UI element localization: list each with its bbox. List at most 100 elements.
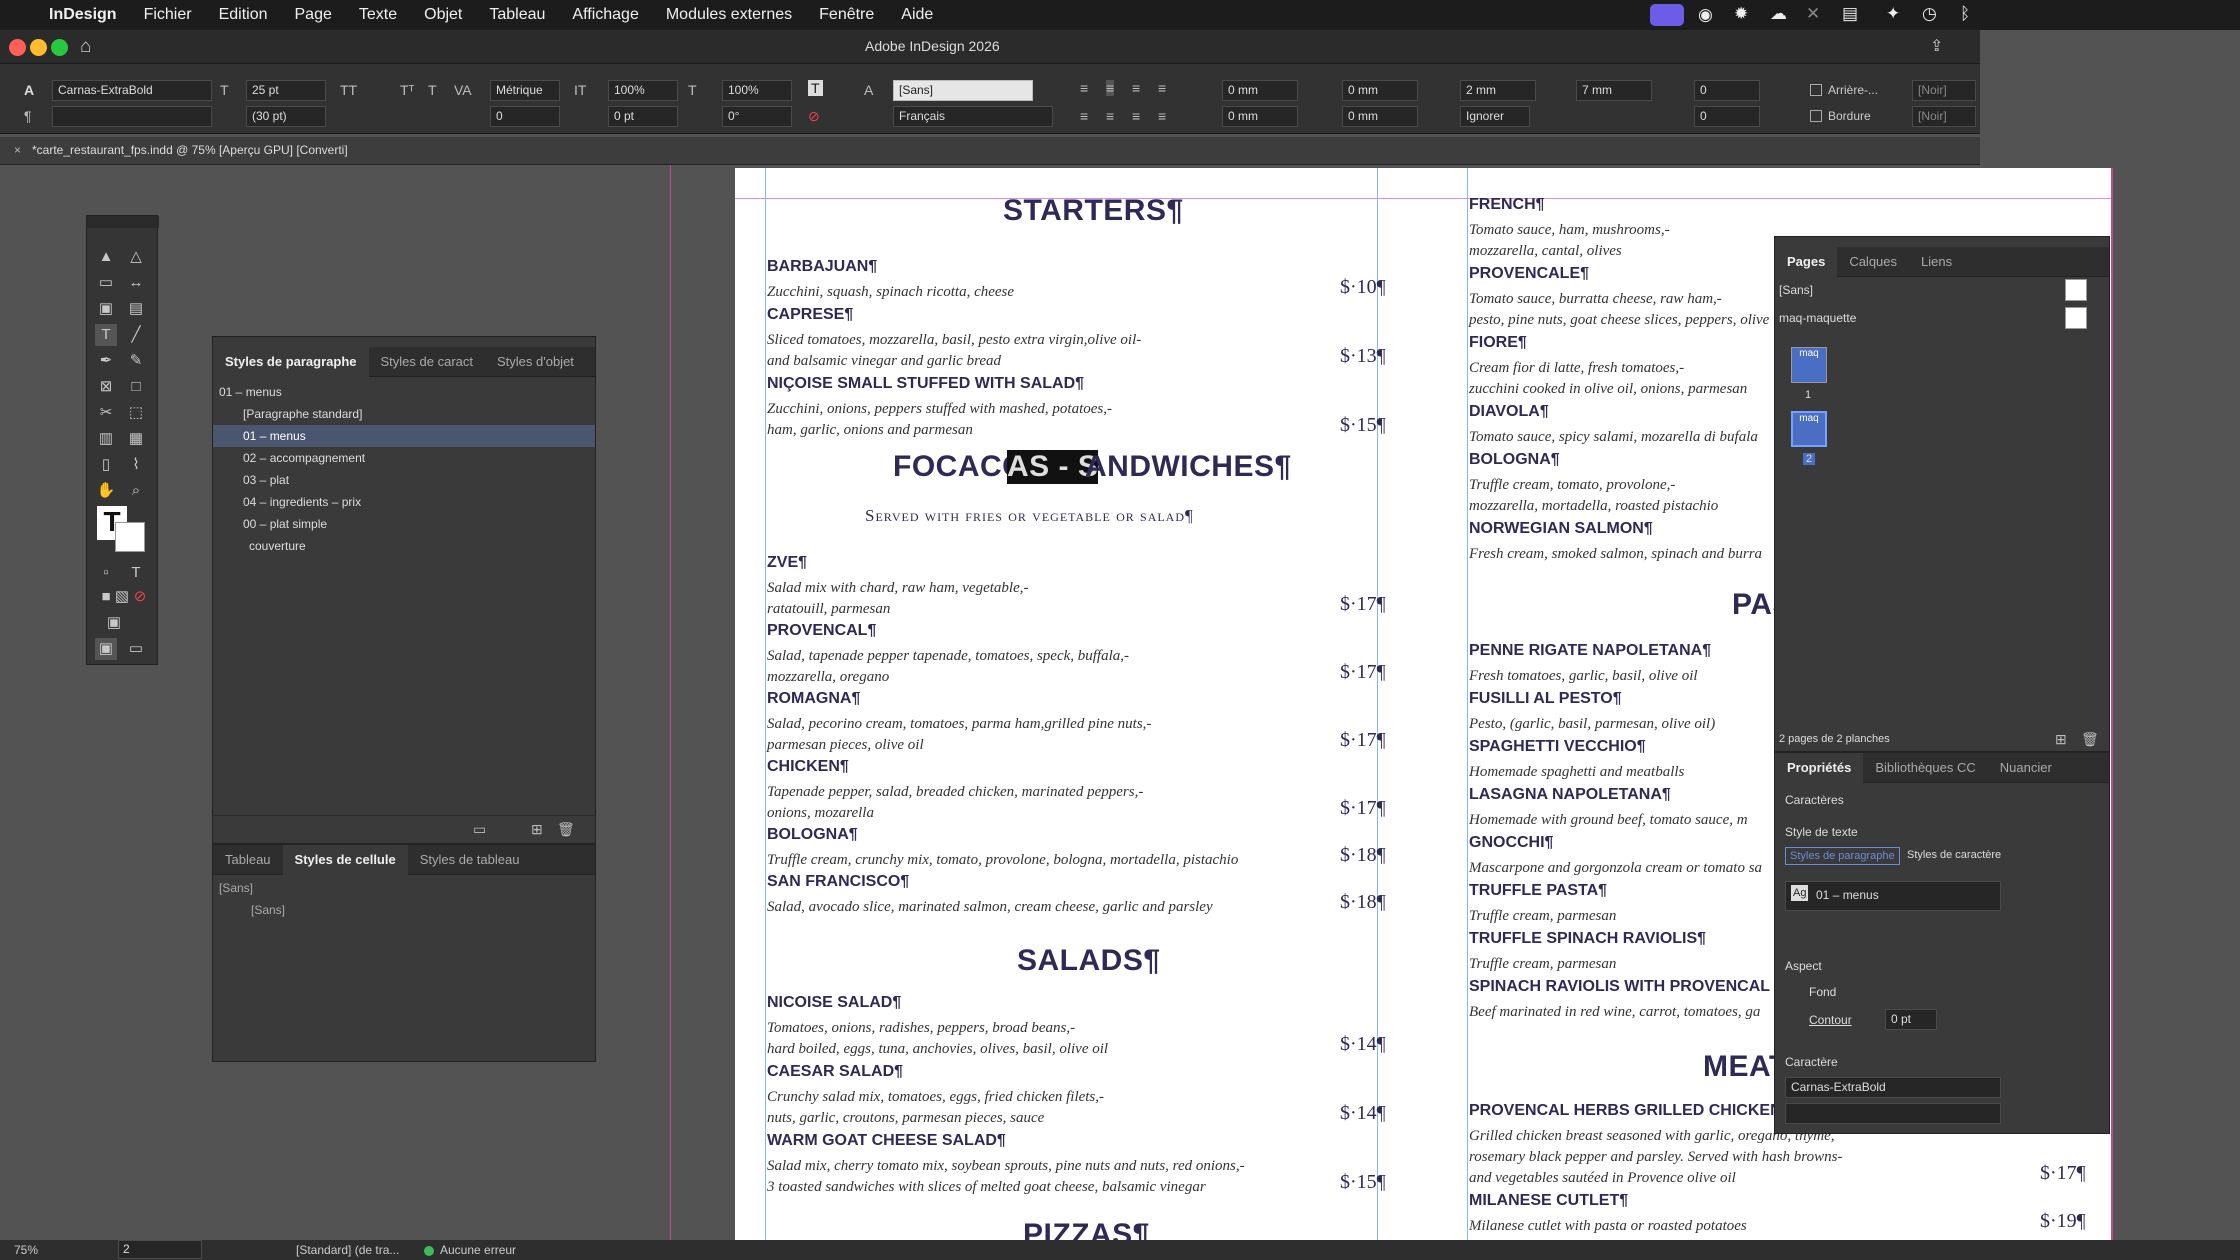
apply-none-icon[interactable]: ⊘ (129, 586, 151, 608)
no-stroke-icon[interactable]: ⊘ (808, 108, 820, 125)
indent-right-field[interactable]: 0 mm (1342, 80, 1418, 101)
para-style-item[interactable]: 00 – plat simple (213, 513, 595, 535)
pen-tool-icon[interactable]: ✒ (95, 350, 117, 372)
tab-proprietes[interactable]: Propriétés (1775, 752, 1864, 783)
selection-tool-icon[interactable]: ▲ (95, 246, 117, 268)
master-maquette-thumb[interactable] (2065, 307, 2087, 329)
gap-tool-icon[interactable]: ↔ (125, 272, 147, 294)
preflight-errors[interactable]: Aucune erreur (440, 1243, 516, 1257)
new-page-icon[interactable]: ⊞ (2055, 731, 2067, 748)
menu-app-name[interactable]: InDesign (49, 6, 117, 24)
page-tool-icon[interactable]: ▭ (95, 272, 117, 294)
tab-liens[interactable]: Liens (1909, 254, 1964, 269)
new-style-icon[interactable]: ⊞ (531, 821, 543, 838)
menu-fenetre[interactable]: Fenêtre (819, 6, 874, 24)
space-before-field[interactable]: 2 mm (1460, 80, 1536, 101)
hyphen-field[interactable]: Ignorer (1460, 106, 1530, 127)
normal-view-icon[interactable]: ▣ (95, 638, 117, 660)
share-icon[interactable]: ⇪ (1930, 36, 1943, 56)
tab-styles-objet[interactable]: Styles d'objet (485, 354, 586, 369)
contour-label[interactable]: Contour (1809, 1013, 1852, 1027)
scissors-tool-icon[interactable]: ✂ (95, 402, 117, 424)
sparkle-icon[interactable]: ✦ (1886, 4, 1900, 24)
tab-styles-tableau[interactable]: Styles de tableau (408, 852, 532, 867)
zoom-tool-icon[interactable]: ⌕ (125, 480, 147, 502)
para-mode-icon[interactable]: ¶ (24, 108, 32, 124)
swatch-1-field[interactable]: [Noir] (1912, 80, 1976, 101)
page-number-field[interactable]: 2 (118, 1240, 202, 1259)
tracking-field[interactable]: 0 (490, 106, 560, 127)
hscale-field[interactable]: 100% (722, 80, 792, 101)
contour-field[interactable]: 0 pt (1885, 1009, 1937, 1030)
pencil-tool-icon[interactable]: ✎ (125, 350, 147, 372)
gradient-swatch-tool-icon[interactable]: ▥ (95, 428, 117, 450)
menu-objet[interactable]: Objet (424, 6, 462, 24)
menu-page[interactable]: Page (295, 6, 332, 24)
mute-icon[interactable]: ✕ (1806, 4, 1820, 24)
style-dropdown[interactable]: 01 – menus (1785, 881, 2001, 911)
note-tool-icon[interactable]: ▯ (95, 454, 117, 476)
para-style-item[interactable]: [Paragraphe standard] (213, 403, 595, 425)
rectangle-tool-icon[interactable]: □ (125, 376, 147, 398)
zoom-level[interactable]: 75% (14, 1243, 38, 1257)
char-style-field[interactable]: [Sans] (893, 80, 1033, 101)
hand-tool-icon[interactable]: ✋ (95, 480, 117, 502)
space-after-field[interactable]: 7 mm (1576, 80, 1652, 101)
justify-center-icon[interactable]: ≡ (1106, 108, 1114, 124)
tab-bibliotheques[interactable]: Bibliothèques CC (1863, 760, 1987, 775)
menu-edition[interactable]: Edition (219, 6, 268, 24)
align-left-icon[interactable]: ≡ (1080, 80, 1088, 96)
new-group-icon[interactable]: ▭ (473, 821, 486, 838)
first-indent-field[interactable]: 0 mm (1222, 106, 1298, 127)
font-size-field[interactable]: 25 pt (246, 80, 326, 101)
bluetooth-icon[interactable]: ᛒ (1960, 4, 1970, 24)
text-fill-icon[interactable]: T (808, 80, 823, 96)
para-style-group-couverture[interactable]: couverture (213, 535, 595, 557)
type-tool-icon[interactable]: T (95, 324, 117, 346)
fond-label[interactable]: Fond (1809, 985, 1836, 999)
language-field[interactable]: Français (893, 106, 1053, 127)
para-style-item[interactable]: 01 – menus (213, 425, 595, 447)
leading-field[interactable]: (30 pt) (246, 106, 326, 127)
menu-affichage[interactable]: Affichage (572, 6, 638, 24)
preview-mode-icon[interactable]: ▭ (125, 638, 147, 660)
master-none-thumb[interactable] (2065, 279, 2087, 301)
zoom-window-icon[interactable] (51, 39, 68, 56)
dropcap-lines-field[interactable]: 0 (1694, 106, 1760, 127)
tab-styles-cellule[interactable]: Styles de cellule (282, 844, 408, 875)
para-style-item[interactable]: 04 – ingredients – prix (213, 491, 595, 513)
cloud-icon[interactable]: ☁ (1770, 4, 1787, 24)
content-collector-icon[interactable]: ▣ (95, 298, 117, 320)
align-right-icon[interactable]: ≡ (1132, 80, 1140, 96)
cell-style-item[interactable]: [Sans] (251, 903, 285, 917)
subscript-icon[interactable]: T (428, 82, 437, 98)
justify-icon[interactable]: ≡ (1158, 80, 1166, 96)
props-font-style-field[interactable] (1785, 1103, 2001, 1124)
menu-aide[interactable]: Aide (901, 6, 933, 24)
font-family-field[interactable]: Carnas-ExtraBold (52, 80, 212, 101)
formatting-text-icon[interactable]: T (125, 562, 147, 584)
brightness-icon[interactable]: ✹ (1734, 4, 1748, 24)
para-style-item[interactable]: 03 – plat (213, 469, 595, 491)
subtab-char-styles[interactable]: Styles de caractère (1903, 847, 2005, 863)
tab-nuancier[interactable]: Nuancier (1988, 760, 2064, 775)
gradient-feather-tool-icon[interactable]: ▦ (125, 428, 147, 450)
para-style-item[interactable]: 02 – accompagnement (213, 447, 595, 469)
tools-panel-header[interactable] (87, 216, 159, 228)
status-icon-1[interactable]: ◉ (1698, 5, 1713, 25)
font-style-field[interactable] (52, 106, 212, 127)
direct-selection-tool-icon[interactable]: △ (125, 246, 147, 268)
free-transform-tool-icon[interactable]: ⬚ (125, 402, 147, 424)
kerning-field[interactable]: Métrique (490, 80, 560, 101)
close-tab-icon[interactable]: × (14, 143, 21, 157)
baseline-field[interactable]: 0 pt (608, 106, 678, 127)
screen-mode-icon[interactable]: ▣ (103, 612, 125, 634)
page-1-thumb[interactable]: maq (1791, 347, 1827, 383)
tab-tableau[interactable]: Tableau (213, 852, 283, 867)
menu-tableau[interactable]: Tableau (489, 6, 545, 24)
document-tab[interactable]: *carte_restaurant_fps.indd @ 75% [Aperçu… (32, 143, 348, 157)
sync-icon[interactable]: ▤ (1842, 4, 1858, 24)
menu-modules[interactable]: Modules externes (666, 6, 792, 24)
close-window-icon[interactable] (9, 39, 26, 56)
master-maquette[interactable]: maq-maquette (1779, 311, 1856, 325)
